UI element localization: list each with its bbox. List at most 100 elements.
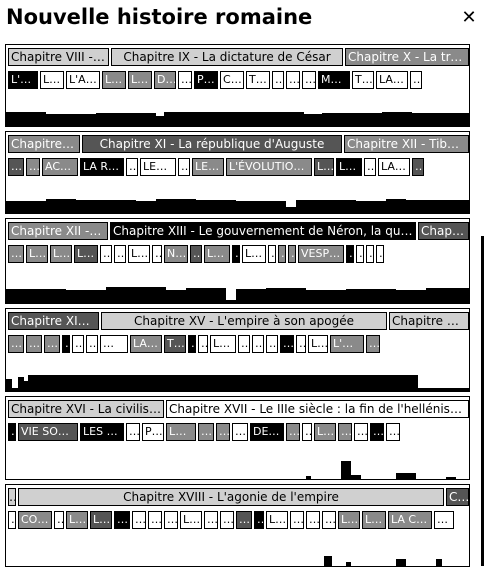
section-tab[interactable]: LE… — [242, 245, 266, 263]
chapter-tab[interactable]: Chapitre XIII - Le gouvernement de Néron… — [110, 222, 416, 240]
section-tab[interactable]: … — [288, 245, 296, 263]
section-tab[interactable]: LA RE… — [80, 158, 124, 176]
section-tab[interactable]: … — [280, 335, 294, 353]
section-tab[interactable]: L… — [26, 245, 48, 263]
section-tab[interactable]: … — [236, 511, 252, 529]
section-tab[interactable]: … — [8, 335, 24, 353]
section-tab[interactable]: … — [8, 511, 16, 529]
chapter-tab[interactable]: Chapitre X - La troisi… — [345, 48, 469, 66]
scrollbar[interactable] — [481, 236, 484, 566]
section-tab[interactable]: C… — [220, 71, 244, 89]
section-tab[interactable]: … — [410, 71, 422, 89]
section-tab[interactable]: … — [126, 423, 140, 441]
section-tab[interactable]: … — [100, 335, 128, 353]
section-tab[interactable]: DE … — [250, 423, 284, 441]
section-tab[interactable]: L… — [50, 245, 72, 263]
section-tab[interactable]: … — [204, 511, 218, 529]
chapter-tab[interactable]: Chapitre XII - Ti… — [8, 222, 108, 240]
section-tab[interactable]: … — [132, 511, 146, 529]
section-tab[interactable]: … — [302, 71, 316, 89]
section-tab[interactable]: … — [302, 423, 312, 441]
section-tab[interactable]: … — [252, 335, 264, 353]
section-tab[interactable]: LE… — [210, 335, 236, 353]
section-tab[interactable]: D… — [154, 71, 176, 89]
chapter-tab[interactable]: Chapitre XVII - Le IIIe siècle : la fin … — [166, 400, 469, 418]
chapter-tab[interactable]: Chapitre XVIII - L'agonie de l'empire — [18, 488, 444, 506]
section-tab[interactable]: L'ÉVOLUTION D… — [226, 158, 312, 176]
section-tab[interactable]: … — [366, 335, 380, 353]
section-tab[interactable]: … — [152, 245, 162, 263]
section-tab[interactable]: LE… — [74, 245, 98, 263]
chapter-tab[interactable]: C… — [446, 488, 469, 506]
section-tab[interactable]: … — [232, 423, 248, 441]
chapter-tab[interactable]: Chapitre X… — [8, 135, 80, 153]
section-tab[interactable]: L… — [128, 245, 150, 263]
section-tab[interactable]: LE… — [102, 71, 126, 89]
section-tab[interactable]: L… — [40, 71, 64, 89]
section-tab[interactable]: T… — [164, 335, 186, 353]
section-tab[interactable]: P… — [142, 423, 164, 441]
section-tab[interactable]: LA CA… — [388, 511, 432, 529]
section-tab[interactable]: LA … — [130, 335, 162, 353]
section-tab[interactable]: … — [232, 245, 240, 263]
section-tab[interactable]: … — [306, 511, 320, 529]
section-tab[interactable]: … — [272, 71, 284, 89]
section-tab[interactable]: … — [412, 158, 424, 176]
section-tab[interactable]: ACT… — [42, 158, 78, 176]
section-tab[interactable]: … — [198, 335, 208, 353]
section-tab[interactable]: P… — [194, 71, 218, 89]
chapter-tab[interactable]: Chapitre XIV -… — [8, 312, 99, 330]
section-tab[interactable]: … — [54, 511, 64, 529]
section-tab[interactable]: … — [354, 423, 368, 441]
section-tab[interactable]: LE… — [204, 245, 230, 263]
section-tab[interactable]: LA … — [166, 423, 196, 441]
section-tab[interactable]: … — [8, 158, 24, 176]
section-tab[interactable]: … — [434, 511, 454, 529]
section-tab[interactable]: L… — [266, 511, 288, 529]
section-tab[interactable]: … — [178, 158, 190, 176]
section-tab[interactable]: … — [268, 245, 276, 263]
section-tab[interactable]: T… — [246, 71, 270, 89]
chapter-tab[interactable]: Chapitre XV - L'empire à son apogée — [101, 312, 387, 330]
chapter-tab[interactable]: … — [8, 488, 16, 506]
section-tab[interactable]: … — [286, 423, 300, 441]
section-tab[interactable]: … — [164, 511, 178, 529]
chapter-tab[interactable]: Chapitre XVI - La civilisati… — [8, 400, 164, 418]
section-tab[interactable]: L'ORG… — [330, 335, 364, 353]
chapter-tab[interactable]: Chapitre IX - La dictature de César — [111, 48, 343, 66]
close-icon[interactable]: ✕ — [461, 9, 477, 27]
section-tab[interactable]: … — [8, 423, 16, 441]
section-tab[interactable]: … — [126, 158, 138, 176]
section-tab[interactable]: … — [216, 423, 230, 441]
section-tab[interactable]: N… — [164, 245, 188, 263]
section-tab[interactable]: LES C… — [80, 423, 124, 441]
section-tab[interactable]: LA … — [376, 71, 408, 89]
section-tab[interactable]: … — [62, 335, 70, 353]
section-tab[interactable]: L… — [90, 511, 112, 529]
section-tab[interactable]: … — [220, 511, 234, 529]
section-tab[interactable]: … — [188, 335, 196, 353]
section-tab[interactable]: … — [338, 423, 352, 441]
section-tab[interactable]: … — [44, 335, 60, 353]
section-tab[interactable]: L'AN… — [66, 71, 100, 89]
section-tab[interactable]: … — [290, 511, 304, 529]
chapter-tab[interactable]: Chapitre VIII - L'… — [8, 48, 109, 66]
section-tab[interactable]: … — [346, 245, 354, 263]
section-tab[interactable]: T… — [352, 71, 374, 89]
section-tab[interactable]: … — [238, 335, 250, 353]
section-tab[interactable]: VESP… — [298, 245, 344, 263]
section-tab[interactable]: LES … — [192, 158, 224, 176]
section-tab[interactable]: … — [356, 245, 364, 263]
chapter-tab[interactable]: Chapitre XI - La république d'Auguste — [82, 135, 342, 153]
chapter-tab[interactable]: Chapitr… — [418, 222, 469, 240]
section-tab[interactable]: … — [190, 245, 202, 263]
chapter-tab[interactable]: Chapitre XVI… — [389, 312, 469, 330]
section-tab[interactable]: … — [8, 245, 24, 263]
section-tab[interactable]: … — [148, 511, 162, 529]
section-tab[interactable]: … — [278, 245, 286, 263]
section-tab[interactable]: LA … — [378, 158, 410, 176]
section-tab[interactable]: … — [86, 335, 98, 353]
section-tab[interactable]: … — [100, 245, 112, 263]
section-tab[interactable]: … — [26, 158, 40, 176]
section-tab[interactable]: … — [72, 335, 84, 353]
